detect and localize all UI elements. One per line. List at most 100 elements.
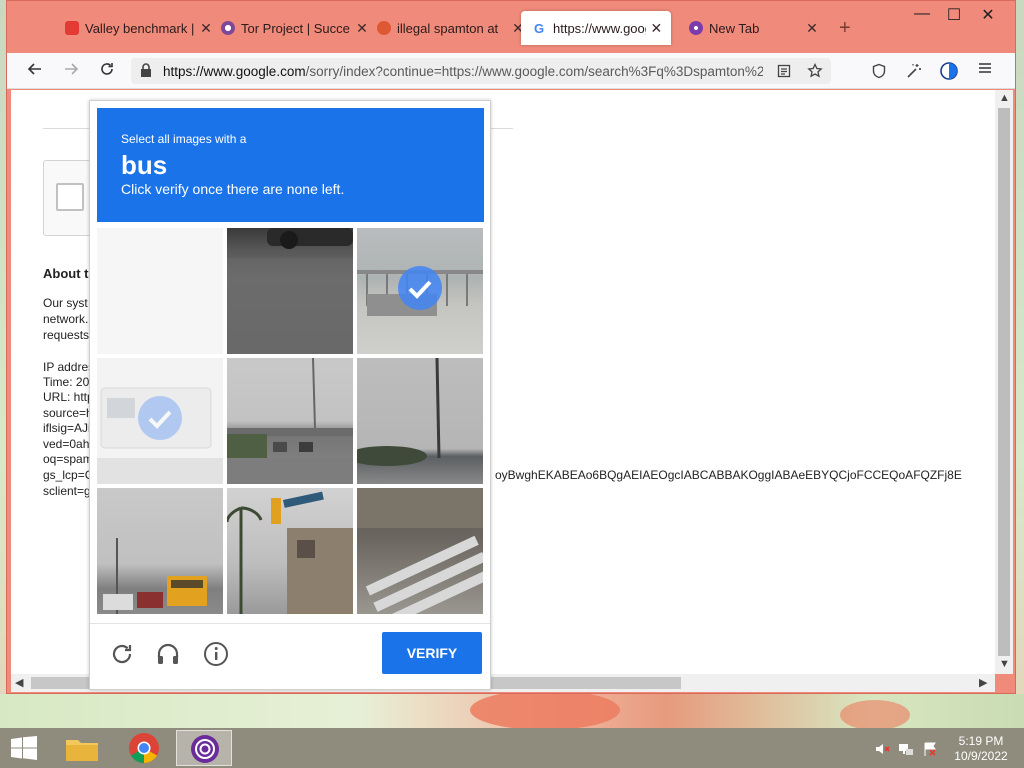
back-arrow-icon xyxy=(27,63,41,75)
minimize-button[interactable]: — xyxy=(907,5,937,23)
tab-close-icon[interactable]: ✕ xyxy=(805,20,819,37)
chrome-button[interactable] xyxy=(116,730,172,766)
wallpaper-flower xyxy=(470,690,620,730)
page-paragraph-line: Our syst xyxy=(43,296,88,310)
lock-icon xyxy=(141,63,151,77)
reload-button[interactable] xyxy=(95,60,119,82)
road-car-image xyxy=(227,228,353,354)
scroll-left-icon[interactable]: ◀ xyxy=(15,676,23,689)
captcha-tile[interactable] xyxy=(357,228,483,354)
url-text[interactable]: https://www.google.com/sorry/index?conti… xyxy=(163,64,763,79)
captcha-tile[interactable] xyxy=(97,358,223,484)
vertical-scrollbar[interactable]: ▲ ▼ xyxy=(995,90,1013,674)
tor-browser-taskbar-button[interactable] xyxy=(176,730,232,766)
detail-line: sclient=g xyxy=(43,484,91,498)
back-button[interactable] xyxy=(23,60,47,82)
close-window-button[interactable]: ✕ xyxy=(973,5,1003,25)
wallpaper-flower xyxy=(840,700,910,730)
tab-label: illegal spamton at xyxy=(397,20,499,36)
duckduckgo-icon xyxy=(377,21,391,35)
traffic-light-palms-image xyxy=(227,491,353,614)
youtube-icon xyxy=(65,21,79,35)
tab-google-sorry[interactable]: G https://www.goog ✕ xyxy=(521,11,671,45)
detail-line: gs_lcp=C xyxy=(43,468,94,482)
tab-valley-benchmark[interactable]: Valley benchmark | ✕ xyxy=(53,11,221,45)
tab-illegal-spamton[interactable]: illegal spamton at ✕ xyxy=(365,11,533,45)
captcha-tile[interactable] xyxy=(227,358,353,484)
forward-button[interactable] xyxy=(59,60,83,82)
tab-bar: Valley benchmark | ✕ Tor Project | Succe… xyxy=(7,1,1015,53)
captcha-instruction: Select all images with a xyxy=(121,132,247,146)
selected-check-icon xyxy=(138,396,182,440)
maximize-button[interactable]: ☐ xyxy=(939,5,969,25)
hamburger-menu-icon xyxy=(979,63,991,73)
magic-wand-icon[interactable] xyxy=(905,62,923,80)
system-clock[interactable]: 5:19 PM 10/9/2022 xyxy=(946,734,1016,764)
pole-water-image xyxy=(357,358,441,466)
recaptcha-checkbox[interactable] xyxy=(56,183,84,211)
file-explorer-button[interactable] xyxy=(54,730,110,766)
forward-arrow-icon xyxy=(65,63,79,75)
folder-icon xyxy=(66,740,98,761)
volume-muted-icon[interactable] xyxy=(874,741,890,757)
captcha-tile[interactable] xyxy=(357,358,483,484)
svg-text:G: G xyxy=(534,21,544,35)
verify-button[interactable]: VERIFY xyxy=(382,632,482,674)
school-bus-street-image xyxy=(103,538,207,614)
scroll-down-icon[interactable]: ▼ xyxy=(999,658,1010,670)
windows-start-icon[interactable] xyxy=(10,736,38,760)
tor-browser-icon xyxy=(191,735,219,763)
new-tab-button[interactable]: + xyxy=(839,17,851,40)
shield-icon[interactable] xyxy=(871,63,887,79)
captcha-image-grid xyxy=(97,228,487,618)
tab-tor-project[interactable]: Tor Project | Succe ✕ xyxy=(209,11,377,45)
tab-label: Valley benchmark | xyxy=(85,20,195,36)
captcha-tile[interactable] xyxy=(97,228,223,354)
tor-browser-icon xyxy=(689,21,703,35)
chrome-icon xyxy=(129,733,159,763)
page-paragraph-line: requests xyxy=(43,328,90,342)
overpass-road-image xyxy=(227,358,353,484)
info-icon[interactable] xyxy=(202,640,230,668)
address-bar[interactable]: https://www.google.com/sorry/index?conti… xyxy=(131,58,831,84)
tor-onion-icon xyxy=(221,21,235,35)
page-paragraph-line: network. xyxy=(43,312,89,326)
reload-challenge-icon[interactable] xyxy=(108,640,136,668)
tab-new-tab[interactable]: New Tab ✕ xyxy=(677,11,827,45)
detail-line: URL: http xyxy=(43,390,94,404)
detail-line: oq=spam xyxy=(43,452,93,466)
scroll-up-icon[interactable]: ▲ xyxy=(999,92,1010,104)
captcha-challenge: Select all images with a bus Click verif… xyxy=(89,100,491,690)
detail-line: source=h xyxy=(43,406,93,420)
tab-label: Tor Project | Succe xyxy=(241,20,350,36)
audio-challenge-icon[interactable] xyxy=(154,640,182,668)
captcha-tile[interactable] xyxy=(227,228,353,354)
clock-time: 5:19 PM xyxy=(958,734,1004,748)
action-center-flag-icon[interactable] xyxy=(922,741,938,757)
captcha-subtext: Click verify once there are none left. xyxy=(121,181,345,197)
detail-line: Time: 20 xyxy=(43,375,90,389)
tor-circuit-icon[interactable] xyxy=(939,61,959,81)
reload-icon xyxy=(101,63,113,75)
captcha-header: Select all images with a bus Click verif… xyxy=(97,108,484,222)
menu-button[interactable] xyxy=(973,60,997,82)
network-icon[interactable] xyxy=(898,741,914,757)
captcha-tile[interactable] xyxy=(97,488,223,614)
crosswalk-image xyxy=(357,488,483,614)
clock-date: 10/9/2022 xyxy=(954,749,1008,763)
tab-label: New Tab xyxy=(709,20,760,36)
selected-check-icon xyxy=(398,266,442,310)
scroll-right-icon[interactable]: ▶ xyxy=(979,676,987,689)
gs-lcp-tail: oyBwghEKABEAo6BQgAEIAEOgcIABCABBAKOggIAB… xyxy=(495,468,962,482)
captcha-target-word: bus xyxy=(121,150,168,180)
tab-label: https://www.goog xyxy=(553,20,646,36)
captcha-tile[interactable] xyxy=(357,488,483,614)
google-icon: G xyxy=(533,21,547,36)
scrollbar-thumb[interactable] xyxy=(998,108,1010,656)
reader-view-icon[interactable] xyxy=(777,64,791,78)
captcha-tile[interactable] xyxy=(227,488,353,614)
bookmark-star-icon[interactable] xyxy=(807,63,823,79)
navigation-toolbar: https://www.google.com/sorry/index?conti… xyxy=(7,53,1015,89)
tab-close-icon[interactable]: ✕ xyxy=(650,20,663,37)
taskbar: 5:19 PM 10/9/2022 xyxy=(0,728,1024,768)
